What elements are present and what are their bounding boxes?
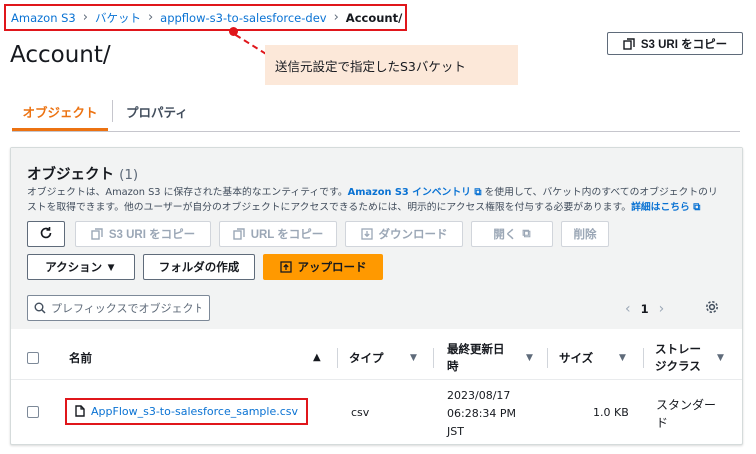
cell-last-modified-tz: JST — [447, 425, 464, 438]
refresh-icon — [39, 226, 53, 243]
cell-last-modified-time: 06:28:34 PM — [447, 407, 517, 420]
column-separator — [337, 348, 338, 368]
upload-label: アップロード — [297, 262, 367, 274]
file-name-link[interactable]: AppFlow_s3-to-salesforce_sample.csv — [91, 405, 298, 418]
column-storage-line2: ジクラス — [655, 359, 701, 373]
create-folder-button[interactable]: フォルダの作成 — [143, 254, 255, 280]
objects-heading-text: オブジェクト — [27, 167, 114, 183]
row-checkbox[interactable] — [27, 406, 39, 418]
download-button[interactable]: ダウンロード — [345, 221, 463, 247]
chevron-right-icon: › — [333, 10, 339, 25]
inventory-link[interactable]: Amazon S3 インベントリ ⧉ — [348, 187, 482, 198]
column-separator — [643, 348, 644, 368]
tab-objects[interactable]: オブジェクト — [12, 92, 108, 130]
upload-icon — [279, 261, 292, 273]
search-box — [27, 295, 210, 321]
objects-description: オブジェクトは、Amazon S3 に保存された基本的なエンティティです。Ama… — [27, 185, 727, 215]
copy-url-button[interactable]: URL をコピー — [219, 221, 337, 247]
copy-s3-uri-label: S3 URI をコピー — [640, 38, 728, 51]
cell-type: csv — [351, 406, 370, 419]
file-highlight-box: AppFlow_s3-to-salesforce_sample.csv — [65, 398, 308, 425]
actions-label: アクション ▼ — [45, 262, 117, 274]
copy-s3-uri-toolbar-button[interactable]: S3 URI をコピー — [75, 221, 211, 247]
column-separator — [433, 348, 434, 368]
tabs-baseline — [12, 131, 740, 132]
table-row: AppFlow_s3-to-salesforce_sample.csv csv … — [11, 381, 742, 445]
column-size[interactable]: サイズ — [559, 336, 593, 380]
learn-more-label: 詳細はこちら — [631, 202, 690, 213]
table-header: 名前 ▲ タイプ ▼ 最終更新日 時 ▼ サイズ ▼ ストレー ジクラス ▼ — [11, 336, 742, 380]
inventory-link-label: Amazon S3 インベントリ — [347, 187, 471, 198]
breadcrumb: Amazon S3 › バケット › appflow-s3-to-salesfo… — [4, 4, 407, 31]
search-icon — [34, 299, 46, 318]
breadcrumb-item-buckets[interactable]: バケット — [95, 10, 141, 26]
column-separator — [547, 348, 548, 368]
cell-storage-line2: ド — [656, 416, 669, 430]
copy-icon — [91, 228, 103, 240]
chevron-right-icon: › — [82, 10, 88, 25]
cell-storage-class: スタンダー ド — [656, 396, 716, 432]
copy-url-label: URL をコピー — [250, 229, 324, 241]
sort-icon[interactable]: ▼ — [717, 353, 724, 363]
refresh-button[interactable] — [27, 221, 65, 247]
delete-label: 削除 — [573, 229, 597, 241]
delete-button[interactable]: 削除 — [561, 221, 609, 247]
open-label: 開く — [493, 229, 517, 241]
sort-icon[interactable]: ▼ — [619, 353, 626, 363]
column-storage-class[interactable]: ストレー ジクラス — [655, 336, 701, 380]
tab-divider — [112, 100, 113, 122]
tab-properties[interactable]: プロパティ — [126, 92, 188, 130]
download-label: ダウンロード — [378, 229, 448, 241]
tab-bar: オブジェクト プロパティ — [12, 92, 740, 132]
cell-size: 1.0 KB — [593, 406, 629, 419]
breadcrumb-current: Account/ — [345, 10, 403, 25]
breadcrumb-item-s3[interactable]: Amazon S3 — [11, 11, 76, 25]
page-number[interactable]: 1 — [641, 302, 649, 316]
column-name[interactable]: 名前 — [69, 336, 92, 380]
select-all-checkbox[interactable] — [27, 352, 39, 364]
copy-icon — [623, 37, 635, 50]
create-folder-label: フォルダの作成 — [158, 262, 240, 274]
external-link-icon: ⧉ — [522, 227, 531, 240]
file-icon — [75, 402, 85, 421]
sort-ascending-icon[interactable]: ▲ — [313, 352, 321, 363]
copy-s3-uri-button[interactable]: S3 URI をコピー — [607, 32, 743, 55]
cell-storage-line1: スタンダー — [656, 398, 717, 412]
pagination: ‹ 1 › — [625, 298, 664, 320]
objects-panel-header: オブジェクト (1) オブジェクトは、Amazon S3 に保存された基本的なエ… — [11, 148, 742, 329]
sort-icon[interactable]: ▼ — [410, 353, 417, 363]
chevron-right-icon[interactable]: › — [659, 301, 665, 317]
cell-last-modified-date: 2023/08/17 — [447, 389, 511, 402]
chevron-left-icon[interactable]: ‹ — [625, 301, 631, 317]
objects-count: (1) — [119, 167, 139, 183]
chevron-right-icon: › — [147, 10, 154, 25]
sort-icon[interactable]: ▼ — [526, 353, 533, 363]
search-input[interactable] — [51, 301, 201, 315]
column-last-modified-line1: 最終更新日 — [447, 342, 505, 356]
column-last-modified-line2: 時 — [447, 359, 459, 373]
gear-icon[interactable] — [704, 299, 720, 315]
actions-dropdown-button[interactable]: アクション ▼ — [27, 254, 135, 280]
open-button[interactable]: 開く ⧉ — [471, 221, 553, 247]
annotation-text: 送信元設定で指定したS3バケット — [275, 58, 466, 74]
objects-panel: オブジェクト (1) オブジェクトは、Amazon S3 に保存された基本的なエ… — [10, 147, 743, 445]
copy-icon — [232, 228, 245, 240]
column-storage-line1: ストレー — [655, 342, 701, 356]
download-icon — [360, 228, 373, 240]
annotation-callout: 送信元設定で指定したS3バケット — [265, 45, 518, 85]
learn-more-link[interactable]: 詳細はこちら ⧉ — [631, 202, 700, 213]
cell-last-modified: 2023/08/17 06:28:34 PM JST — [447, 387, 516, 441]
copy-s3-uri-toolbar-label: S3 URI をコピー — [108, 229, 196, 241]
objects-heading: オブジェクト (1) — [27, 163, 138, 184]
column-type[interactable]: タイプ — [349, 336, 384, 380]
desc-text-1: オブジェクトは、Amazon S3 に保存された基本的なエンティティです。 — [27, 187, 348, 198]
column-last-modified[interactable]: 最終更新日 時 — [447, 336, 505, 380]
breadcrumb-item-bucket[interactable]: appflow-s3-to-salesforce-dev — [160, 11, 326, 25]
external-link-icon: ⧉ — [693, 202, 701, 213]
page-title: Account/ — [10, 42, 111, 68]
upload-button[interactable]: アップロード — [263, 254, 383, 280]
